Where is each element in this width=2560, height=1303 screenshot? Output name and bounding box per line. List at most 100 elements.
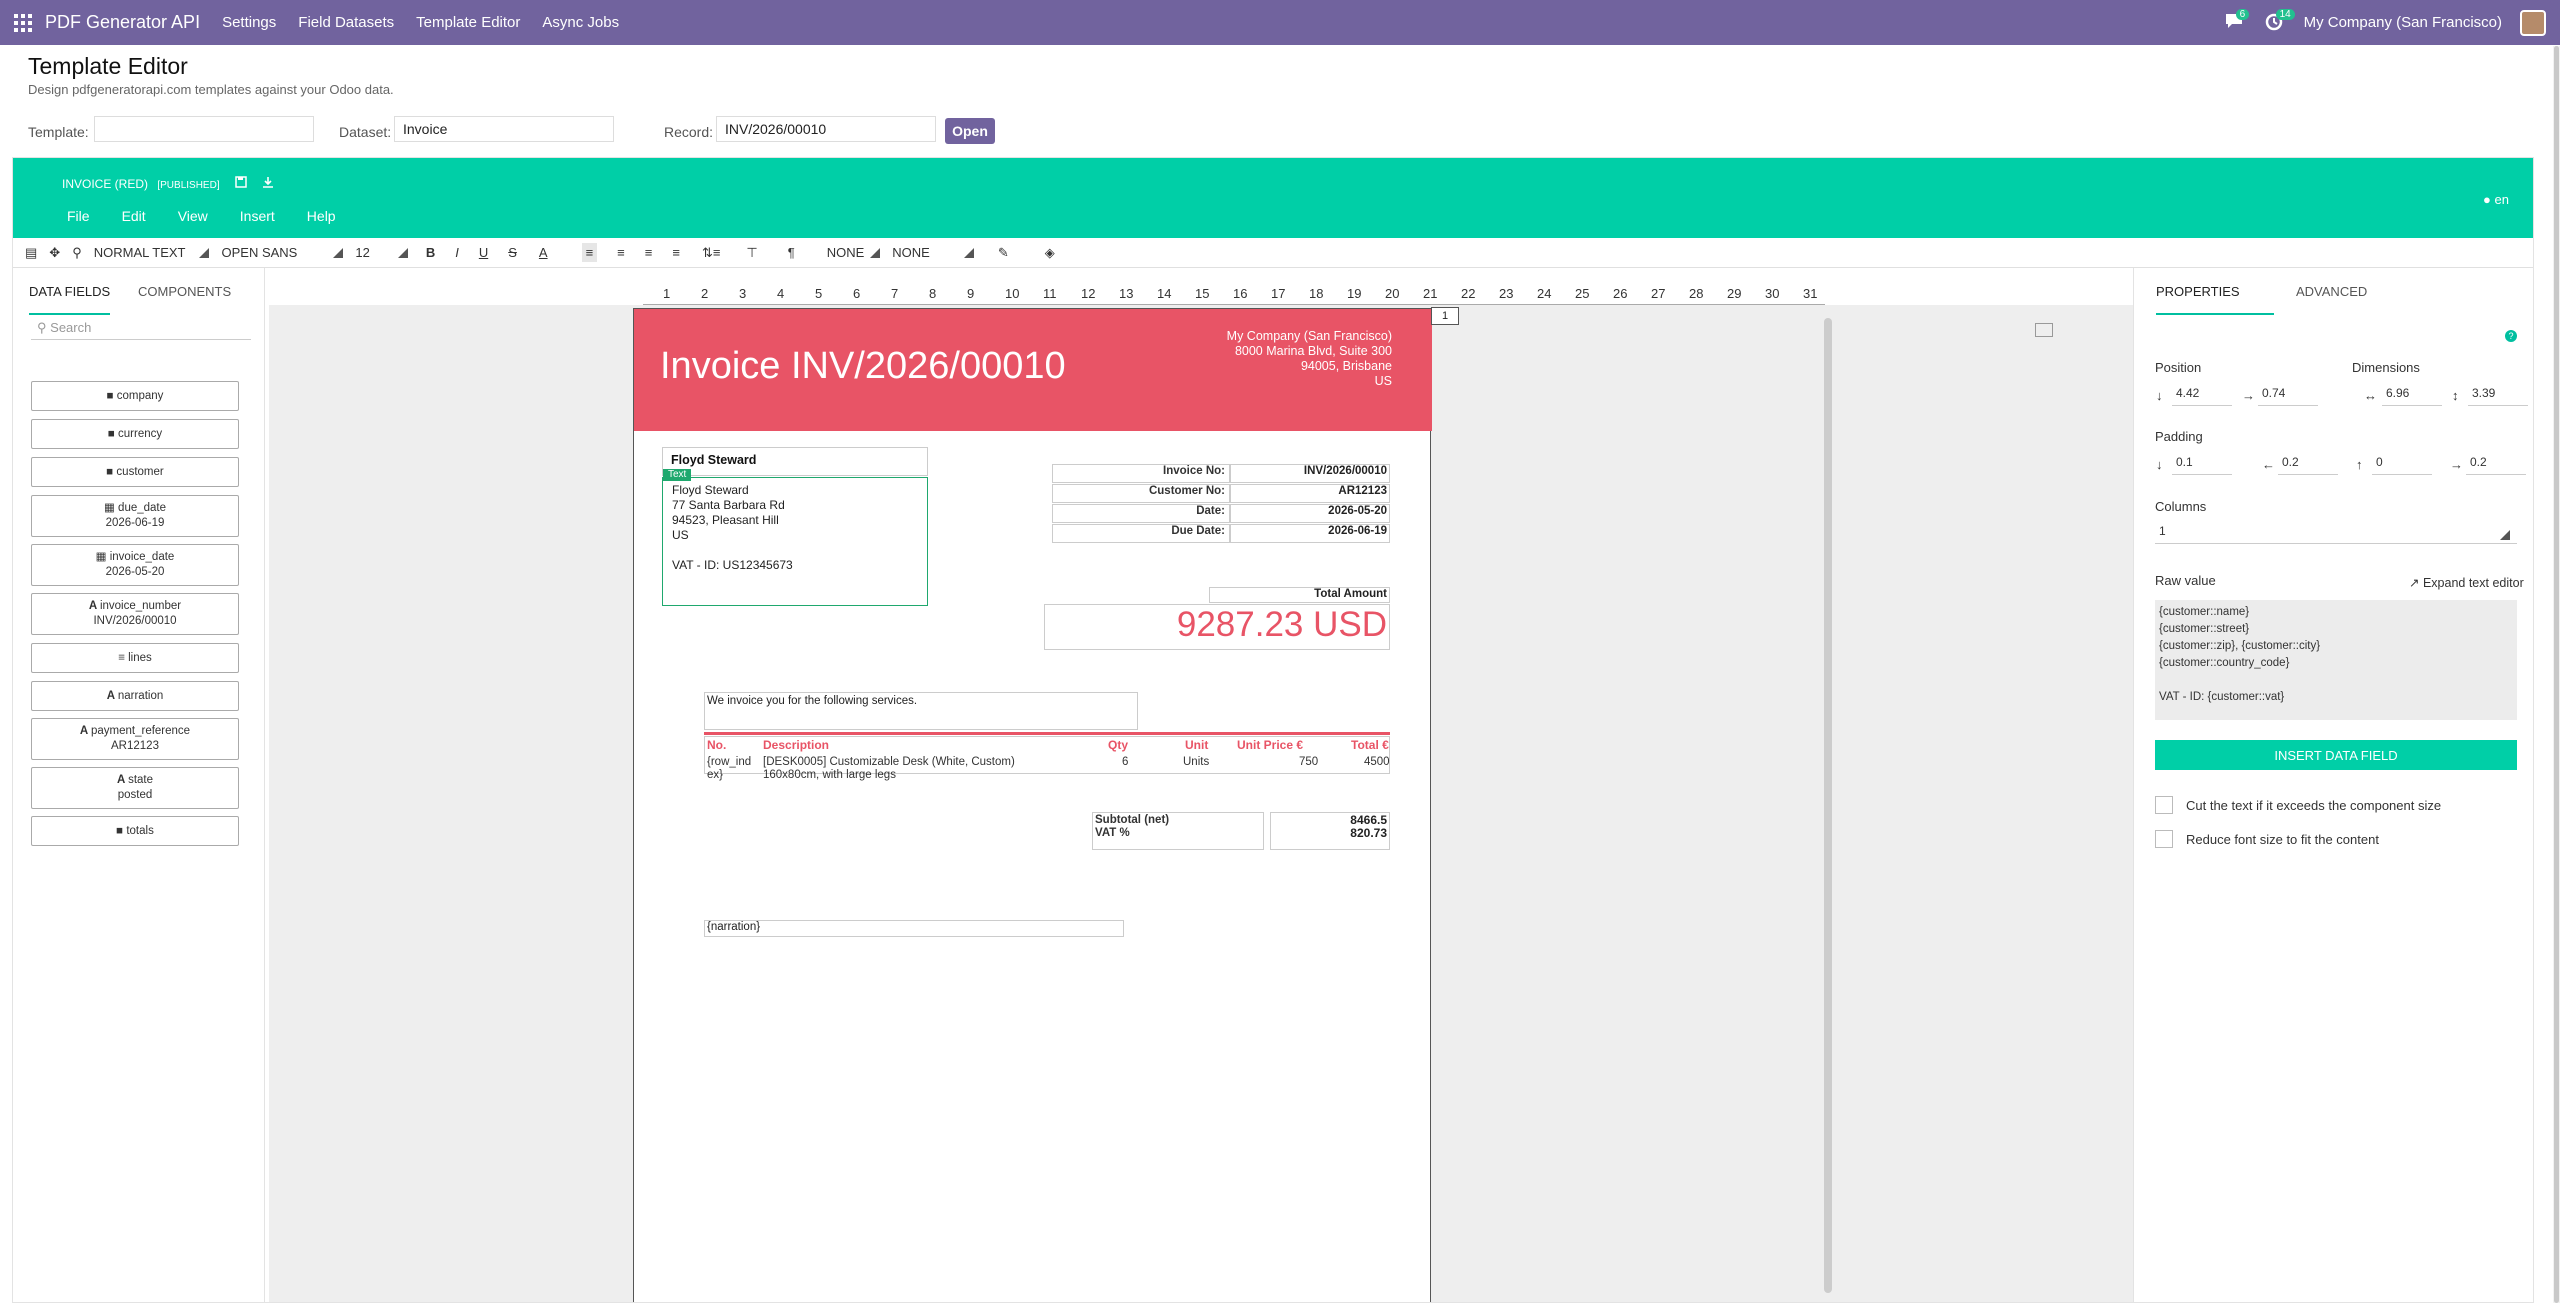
field-company[interactable]: ■ company xyxy=(31,381,239,411)
field-payment-reference[interactable]: A payment_reference AR12123 xyxy=(31,718,239,760)
template-name[interactable]: INVOICE (RED) xyxy=(62,177,148,191)
move-icon[interactable]: ✥ xyxy=(49,245,60,261)
menu-settings[interactable]: Settings xyxy=(222,14,276,31)
row-qty: 6 xyxy=(1122,756,1129,768)
template-select[interactable] xyxy=(94,116,314,142)
page-number-tab[interactable]: 1 xyxy=(1431,307,1459,325)
strike-button[interactable]: S xyxy=(508,245,517,260)
align-right-icon[interactable]: ≡ xyxy=(645,245,653,260)
subtotal-values[interactable]: 8466.5 820.73 xyxy=(1270,812,1390,850)
page-scrollbar-thumb[interactable] xyxy=(2554,46,2559,1303)
field-invoice-date[interactable]: ▦ invoice_date 2026-05-20 xyxy=(31,544,239,586)
total-amount-label[interactable]: Total Amount xyxy=(1209,587,1390,603)
align-justify-icon[interactable]: ≡ xyxy=(672,245,680,260)
border-color-icon[interactable]: ✎ xyxy=(998,245,1009,261)
paragraph-icon[interactable]: ¶ xyxy=(788,245,795,260)
columns-select[interactable]: 1 xyxy=(2155,524,2517,544)
messages-icon[interactable]: 6 xyxy=(2224,8,2250,34)
company-address[interactable]: My Company (San Francisco) 8000 Marina B… xyxy=(1227,329,1392,389)
menu-field-datasets[interactable]: Field Datasets xyxy=(298,14,394,31)
menu-file[interactable]: File xyxy=(67,208,90,224)
line-height-icon[interactable]: ⇅≡ xyxy=(702,245,720,261)
padding-bottom-input[interactable]: 0.1 xyxy=(2172,455,2232,475)
text-color-button[interactable]: A xyxy=(539,245,548,260)
text-style-select[interactable]: NORMAL TEXT xyxy=(94,245,186,260)
vertical-align-icon[interactable]: ⊤ xyxy=(746,245,757,261)
font-family-select[interactable]: OPEN SANS xyxy=(221,245,297,260)
raw-value-textarea[interactable]: {customer::name} {customer::street} {cus… xyxy=(2155,600,2517,720)
document-page[interactable]: Invoice INV/2026/00010 My Company (San F… xyxy=(633,308,1432,1302)
position-top-input[interactable]: 4.42 xyxy=(2172,386,2232,406)
invoice-title[interactable]: Invoice INV/2026/00010 xyxy=(660,345,1066,388)
customer-address-box[interactable]: Floyd Steward 77 Santa Barbara Rd 94523,… xyxy=(662,477,928,606)
dataset-select[interactable]: Invoice xyxy=(394,116,614,142)
field-customer[interactable]: ■ customer xyxy=(31,457,239,487)
bold-button[interactable]: B xyxy=(426,245,435,260)
tab-advanced[interactable]: ADVANCED xyxy=(2296,284,2367,299)
field-lines[interactable]: ≡ lines xyxy=(31,643,239,673)
record-select[interactable]: INV/2026/00010 xyxy=(716,116,936,142)
zoom-icon[interactable]: ⚲ xyxy=(72,245,82,261)
activities-icon[interactable]: 14 xyxy=(2264,8,2295,34)
padding-right-input[interactable]: 0.2 xyxy=(2466,455,2526,475)
cut-text-checkbox[interactable] xyxy=(2155,796,2173,814)
font-size-select[interactable]: 12 xyxy=(355,245,369,260)
open-button[interactable]: Open xyxy=(945,118,995,144)
apps-grid-icon[interactable] xyxy=(14,13,32,32)
field-totals[interactable]: ■ totals xyxy=(31,816,239,846)
menu-view[interactable]: View xyxy=(178,208,208,224)
border-select[interactable]: NONE xyxy=(827,245,865,260)
company-switcher[interactable]: My Company (San Francisco) xyxy=(2304,14,2502,31)
user-avatar[interactable] xyxy=(2520,9,2546,36)
subtotal-labels[interactable]: Subtotal (net) VAT % xyxy=(1092,812,1264,850)
page-scrollbar[interactable] xyxy=(2553,46,2560,1303)
padding-left-input[interactable]: 0.2 xyxy=(2278,455,2338,475)
field-narration[interactable]: A narration xyxy=(31,681,239,711)
padding-top-input[interactable]: 0 xyxy=(2372,455,2432,475)
insert-data-field-button[interactable]: INSERT DATA FIELD xyxy=(2155,740,2517,770)
menu-edit[interactable]: Edit xyxy=(122,208,146,224)
info-row-customer-no[interactable]: Customer No: AR12123 xyxy=(1052,484,1390,503)
info-row-invoice-no[interactable]: Invoice No: INV/2026/00010 xyxy=(1052,464,1390,483)
field-invoice-number[interactable]: A invoice_number INV/2026/00010 xyxy=(31,593,239,635)
tab-properties[interactable]: PROPERTIES xyxy=(2156,284,2274,315)
align-center-icon[interactable]: ≡ xyxy=(617,245,625,260)
expand-text-editor-link[interactable]: ↗ Expand text editor xyxy=(2409,575,2524,590)
tab-data-fields[interactable]: DATA FIELDS xyxy=(29,284,111,315)
field-currency[interactable]: ■ currency xyxy=(31,419,239,449)
info-row-due-date[interactable]: Due Date: 2026-06-19 xyxy=(1052,524,1390,543)
save-icon[interactable] xyxy=(235,176,250,191)
layout-toggle-icon[interactable] xyxy=(2035,323,2053,337)
editor-canvas[interactable]: Invoice INV/2026/00010 My Company (San F… xyxy=(269,305,2143,1302)
field-state[interactable]: A state posted xyxy=(31,767,239,809)
menu-template-editor[interactable]: Template Editor xyxy=(416,14,520,31)
intro-text[interactable]: We invoice you for the following service… xyxy=(704,692,1138,730)
help-icon[interactable]: ? xyxy=(2505,330,2517,342)
reduce-font-checkbox[interactable] xyxy=(2155,830,2173,848)
height-input[interactable]: 3.39 xyxy=(2468,386,2528,406)
field-due-date[interactable]: ▦ due_date 2026-06-19 xyxy=(31,495,239,537)
tab-components[interactable]: COMPONENTS xyxy=(138,284,231,299)
invoice-header[interactable]: Invoice INV/2026/00010 My Company (San F… xyxy=(634,309,1432,431)
canvas-scrollbar[interactable] xyxy=(1824,318,1832,1293)
menu-async-jobs[interactable]: Async Jobs xyxy=(542,14,619,31)
position-left-input[interactable]: 0.74 xyxy=(2258,386,2318,406)
info-row-date[interactable]: Date: 2026-05-20 xyxy=(1052,504,1390,523)
download-icon[interactable] xyxy=(262,177,274,191)
brand-name[interactable]: PDF Generator API xyxy=(45,12,200,33)
width-input[interactable]: 6.96 xyxy=(2382,386,2442,406)
field-search-input[interactable]: ⚲ Search xyxy=(31,314,251,340)
customer-name-box[interactable]: Floyd Steward xyxy=(662,447,928,476)
total-amount-value[interactable]: 9287.23 USD xyxy=(1044,604,1390,650)
menu-help[interactable]: Help xyxy=(307,208,336,224)
border-style-select[interactable]: NONE xyxy=(892,245,930,260)
align-left-icon[interactable]: ≡ xyxy=(581,243,598,262)
fill-color-icon[interactable]: ◈ xyxy=(1045,245,1055,261)
underline-button[interactable]: U xyxy=(479,245,488,260)
menu-insert[interactable]: Insert xyxy=(240,208,275,224)
language-switch[interactable]: ● en xyxy=(2483,192,2509,207)
ruler-horizontal: 1 2 3 4 5 6 7 8 9 10 11 12 13 14 15 16 17 18 19 20 21 22 23 24 2… xyxy=(643,283,1825,305)
italic-button[interactable]: I xyxy=(455,245,459,260)
page-icon[interactable]: ▤ xyxy=(25,245,37,261)
narration-field[interactable]: {narration} xyxy=(704,920,1124,937)
